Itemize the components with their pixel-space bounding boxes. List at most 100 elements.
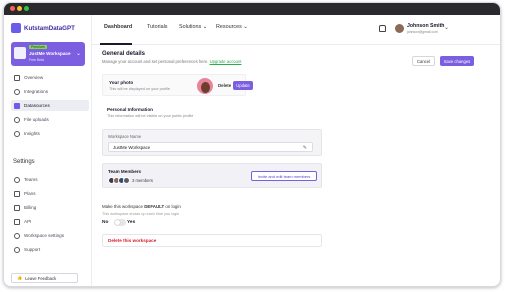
sidebar-item-label: Support xyxy=(24,247,41,252)
top-navigation: Dashboard Tutorials Solutions ⌄ Resource… xyxy=(92,15,500,45)
user-avatar[interactable] xyxy=(395,24,404,33)
photo-title: Your photo xyxy=(109,80,134,85)
sidebar-item-integrations[interactable]: Integrations xyxy=(11,86,89,97)
sidebar-item-label: Plans xyxy=(24,191,36,196)
credit-card-icon xyxy=(14,204,20,211)
sidebar-item-overview[interactable]: Overview xyxy=(11,72,89,83)
toggle-no-label: No xyxy=(102,220,109,225)
sidebar-item-label: Integrations xyxy=(24,89,49,94)
user-menu-chevron-icon[interactable]: ⌄ xyxy=(444,24,449,31)
chevron-down-icon: ⌄ xyxy=(243,24,248,30)
sidebar-item-billing[interactable]: Billing xyxy=(11,202,89,213)
sidebar-item-teams[interactable]: Teams xyxy=(11,174,89,185)
personal-info-title: Personal Information xyxy=(107,107,153,112)
photo-section: Your photo This will be displayed on you… xyxy=(102,74,253,96)
workspace-avatar xyxy=(14,47,26,59)
workspace-name-value: JustMe Workspace xyxy=(113,145,151,150)
nav-tab-label: Solutions xyxy=(179,24,202,30)
delete-workspace-button[interactable]: Delete this workspace xyxy=(108,238,156,243)
default-workspace-title: Make this workspace DEFAULT on login xyxy=(102,204,181,209)
cancel-button[interactable]: Cancel xyxy=(412,56,435,66)
nav-tab-dashboard[interactable]: Dashboard xyxy=(104,24,132,30)
nav-tab-solutions[interactable]: Solutions ⌄ xyxy=(179,24,207,30)
active-tab-indicator xyxy=(100,43,132,45)
lightbulb-icon xyxy=(14,130,20,137)
sidebar-item-label: File uploads xyxy=(24,117,49,122)
leave-feedback-button[interactable]: 👍 Leave Feedback xyxy=(11,273,78,283)
default-workspace-subtitle: This workspace shows up each time you lo… xyxy=(102,212,180,216)
delete-photo-button[interactable]: Delete xyxy=(218,83,231,88)
users-icon xyxy=(14,176,20,183)
team-members-section: Team Members 3 members Invite and edit t… xyxy=(102,163,322,188)
sidebar-item-label: Insights xyxy=(24,131,40,136)
profile-photo xyxy=(197,78,213,94)
sidebar-item-support[interactable]: Support xyxy=(11,244,89,255)
workspace-name: JustMe Workspace xyxy=(29,51,71,56)
plug-icon xyxy=(14,88,20,95)
sidebar-item-file-uploads[interactable]: File uploads xyxy=(11,114,89,125)
profile-photo-face xyxy=(201,82,210,93)
app-logo[interactable]: KutstamDataGPT xyxy=(11,23,75,33)
delete-workspace-section[interactable]: Delete this workspace xyxy=(102,234,322,247)
database-icon xyxy=(14,102,20,109)
workspace-name-label: Workspace Name xyxy=(108,134,142,139)
default-workspace-toggle[interactable] xyxy=(114,219,126,226)
sidebar-item-api[interactable]: API xyxy=(11,216,89,227)
leave-feedback-label: Leave Feedback xyxy=(25,275,57,281)
save-changes-button[interactable]: Save changes xyxy=(440,56,474,66)
default-title-emphasis: DEFAULT xyxy=(144,204,165,209)
personal-info-subtitle: This information will be visible on your… xyxy=(107,114,194,118)
workspace-plan-badge: Premium xyxy=(29,45,47,49)
sidebar-item-label: Datasources xyxy=(24,103,50,108)
app-window: KutstamDataGPT Premium JustMe Workspace … xyxy=(3,2,501,287)
cloud-upload-icon xyxy=(14,116,20,123)
team-member-avatar xyxy=(123,177,130,184)
sidebar-item-workspace-settings[interactable]: Workspace settings xyxy=(11,230,89,241)
window-titlebar xyxy=(4,3,500,15)
workspace-switcher[interactable]: Premium JustMe Workspace Free Beta ⌄ xyxy=(11,42,85,66)
minimize-window-button[interactable] xyxy=(17,6,22,11)
sidebar-item-label: Teams xyxy=(24,177,38,182)
user-email: johnson@gmail.com xyxy=(407,30,438,34)
upgrade-account-link[interactable]: Upgrade account xyxy=(210,59,242,64)
page-subtitle: Manage your account and set personal pre… xyxy=(102,59,241,64)
workspace-name-section: Workspace Name JustMe Workspace ✎ xyxy=(102,129,322,156)
nav-tab-resources[interactable]: Resources ⌄ xyxy=(216,24,248,30)
user-name: Johnson Smith xyxy=(407,23,445,29)
settings-icon xyxy=(14,232,20,239)
settings-heading: Settings xyxy=(13,159,35,165)
sidebar-item-label: Overview xyxy=(24,75,44,80)
notification-bell-icon[interactable] xyxy=(379,25,386,32)
maximize-window-button[interactable] xyxy=(24,6,29,11)
update-photo-button[interactable]: Update xyxy=(233,81,253,90)
invite-team-members-button[interactable]: Invite and edit team members xyxy=(251,171,317,181)
sidebar-item-plans[interactable]: Plans xyxy=(11,188,89,199)
logo-text: KutstamDataGPT xyxy=(24,24,75,32)
team-member-count: 3 members xyxy=(132,178,153,183)
nav-tab-label: Resources xyxy=(216,24,242,30)
nav-tab-tutorials[interactable]: Tutorials xyxy=(147,24,167,30)
photo-subtitle: This will be displayed on your profile xyxy=(109,87,170,91)
sidebar: KutstamDataGPT Premium JustMe Workspace … xyxy=(4,15,92,286)
workspace-name-input[interactable]: JustMe Workspace ✎ xyxy=(108,142,313,152)
sidebar-item-label: API xyxy=(24,219,32,224)
close-window-button[interactable] xyxy=(10,6,15,11)
logo-icon xyxy=(11,23,21,33)
sidebar-item-datasources[interactable]: Datasources xyxy=(11,100,89,111)
thumbs-up-icon: 👍 xyxy=(17,275,23,280)
team-members-title: Team Members xyxy=(108,169,142,174)
help-icon xyxy=(14,246,20,253)
workspace-plan: Free Beta xyxy=(29,58,44,62)
page-title: General details xyxy=(102,51,146,57)
page-subtitle-text: Manage your account and set personal pre… xyxy=(102,59,209,64)
key-icon xyxy=(14,218,20,225)
grid-icon xyxy=(14,74,20,81)
document-icon xyxy=(14,190,20,197)
sidebar-item-insights[interactable]: Insights xyxy=(11,128,89,139)
main-content: General details Manage your account and … xyxy=(92,46,500,286)
default-title-prefix: Make this workspace xyxy=(102,204,143,209)
chevron-down-icon: ⌄ xyxy=(202,24,208,30)
edit-pencil-icon[interactable]: ✎ xyxy=(303,144,307,153)
chevron-down-icon: ⌄ xyxy=(75,51,81,57)
sidebar-item-label: Workspace settings xyxy=(24,233,65,238)
